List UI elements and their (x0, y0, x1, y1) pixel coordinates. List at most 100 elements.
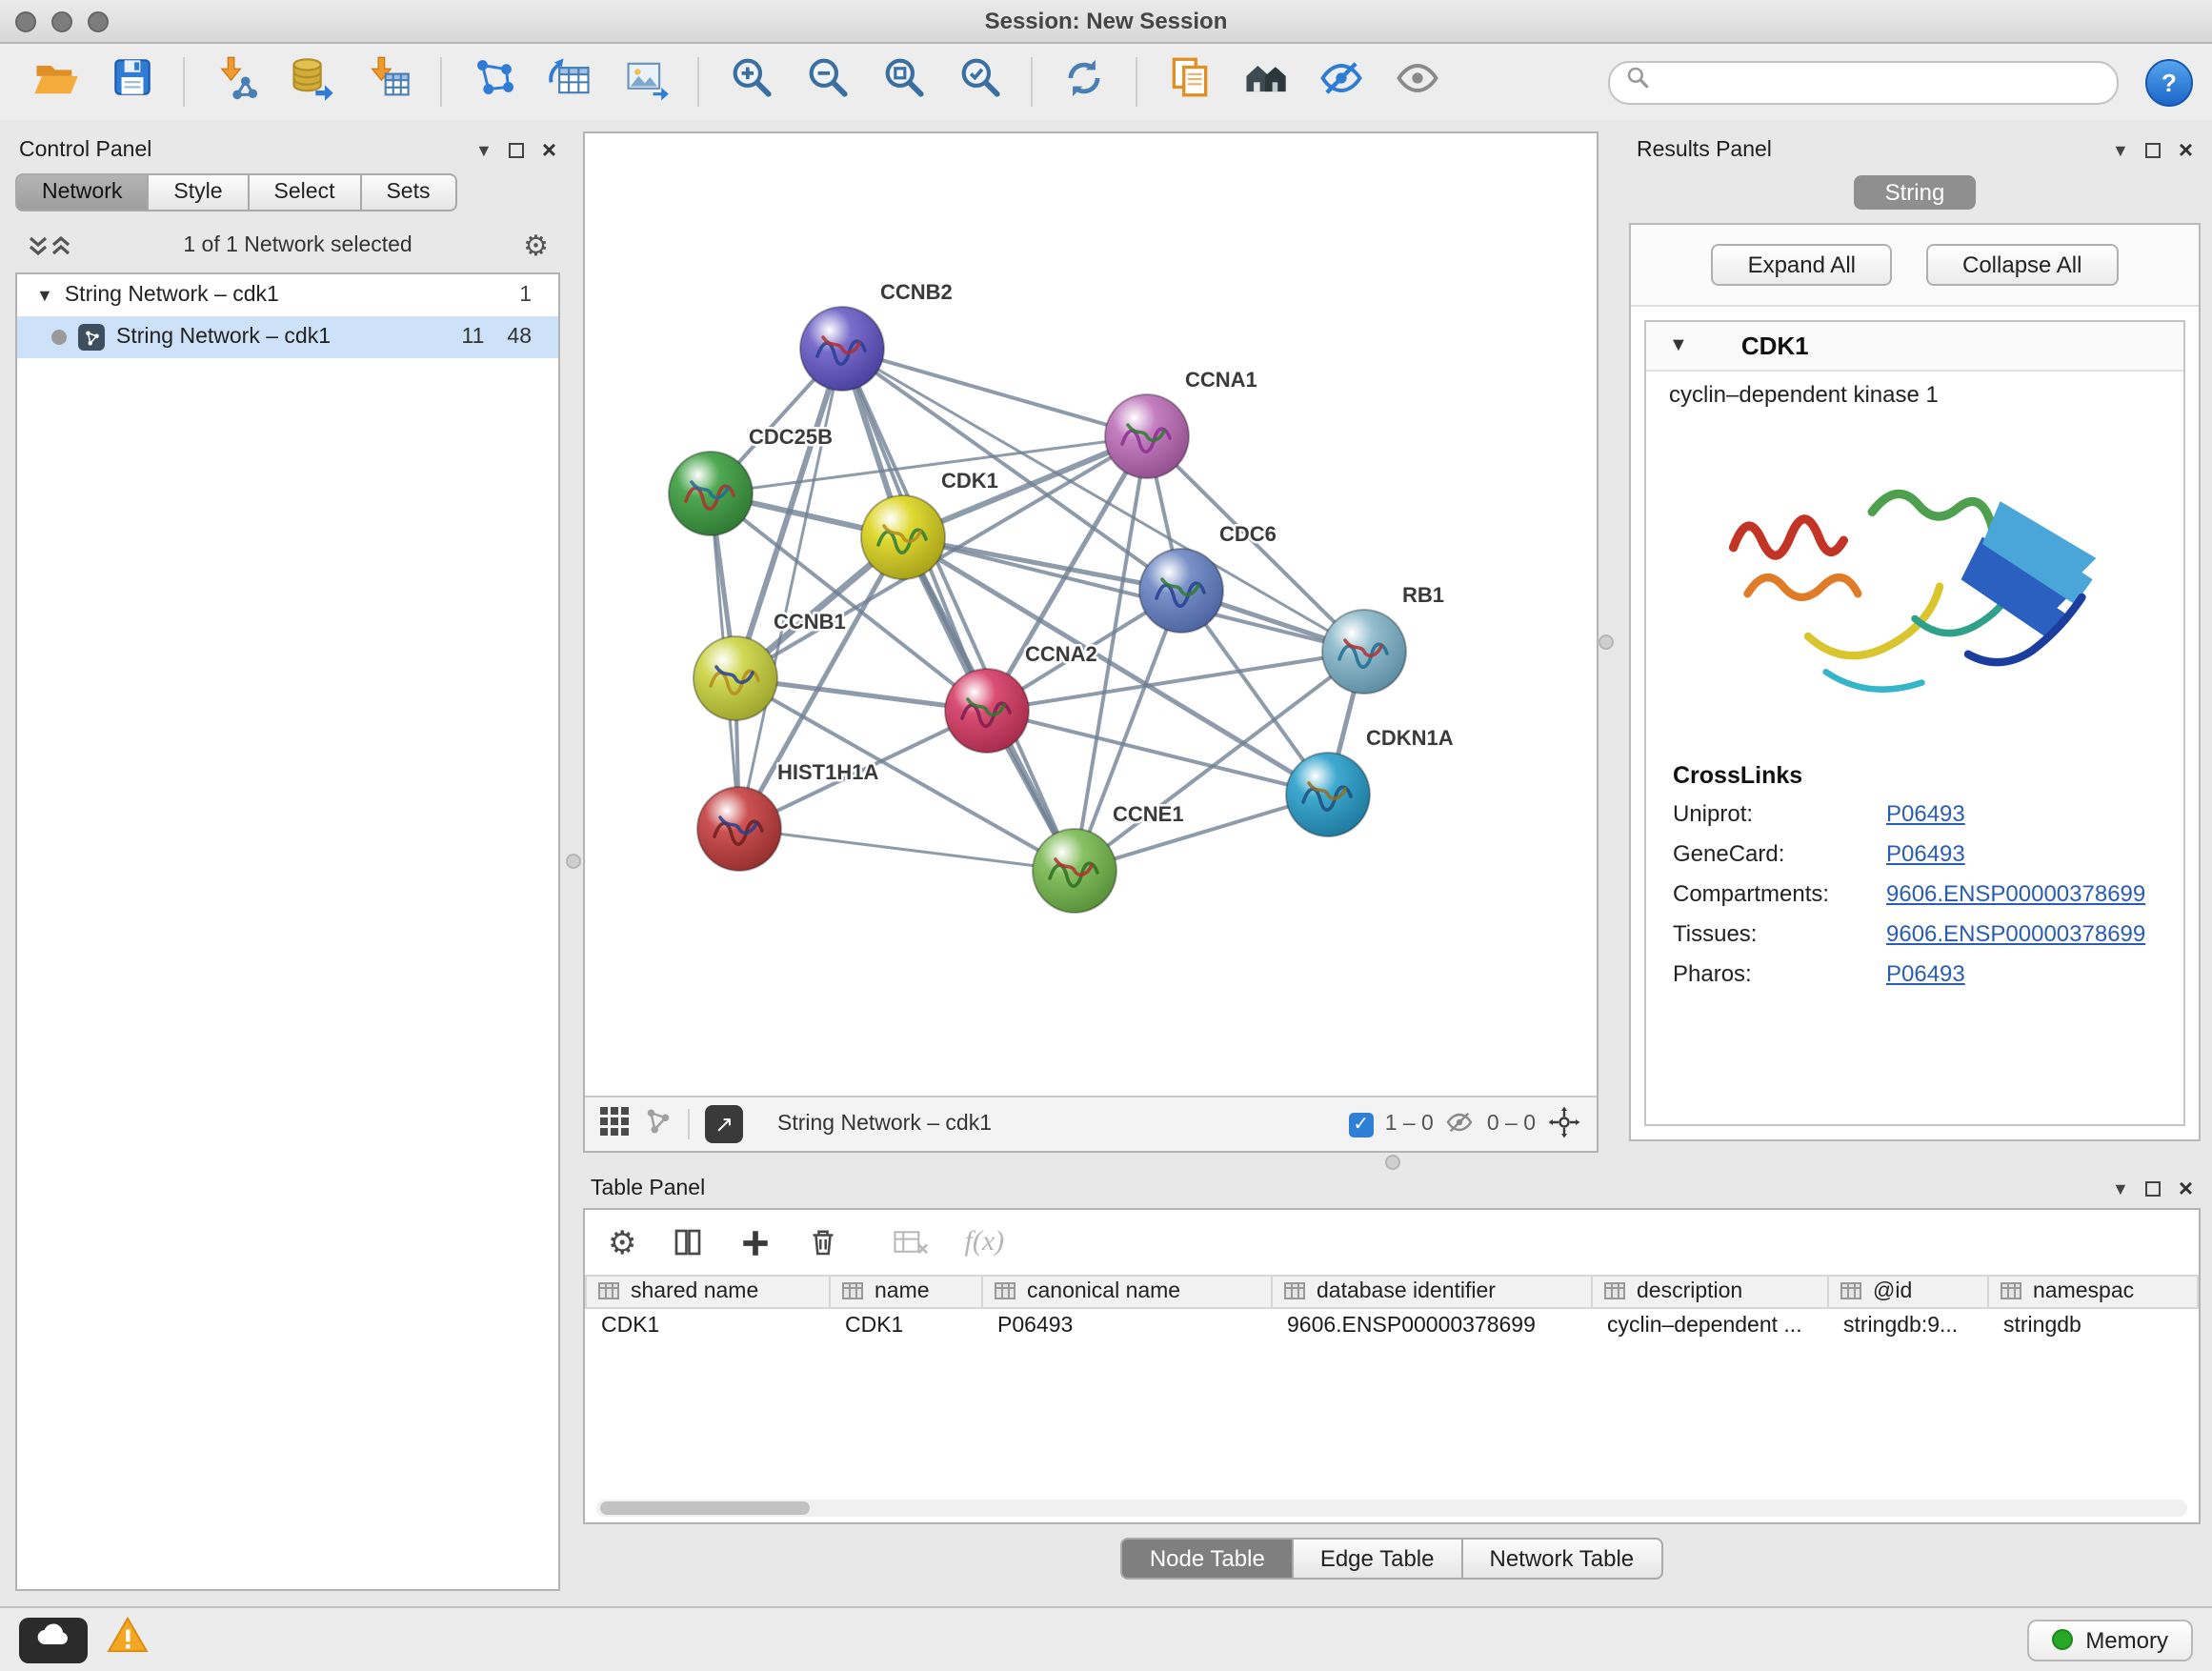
tab-node-table[interactable]: Node Table (1121, 1538, 1294, 1580)
tab-string[interactable]: String (1855, 175, 1976, 210)
node-CCNA1[interactable]: CCNA1 (1105, 368, 1257, 478)
tab-network-table[interactable]: Network Table (1463, 1538, 1663, 1580)
edge-CCNB2-CCNE1[interactable] (842, 349, 1075, 871)
table-cell[interactable]: CDK1 (830, 1308, 982, 1343)
panel-menu-icon[interactable]: ▼ (2112, 141, 2129, 160)
tab-edge-table[interactable]: Edge Table (1294, 1538, 1463, 1580)
trash-icon[interactable] (807, 1225, 841, 1259)
gene-section-header[interactable]: ▼ CDK1 (1646, 322, 2183, 372)
hidden-eye-slash-icon[interactable] (1445, 1106, 1476, 1142)
crosslink-link[interactable]: 9606.ENSP00000378699 (1886, 920, 2157, 947)
open-in-new-icon[interactable]: ↗ (705, 1105, 743, 1143)
node-RB1[interactable]: RB1 (1322, 583, 1444, 694)
import-table-from-file-button[interactable] (352, 50, 425, 114)
zoom-selected-button[interactable] (943, 50, 1016, 114)
tab-select[interactable]: Select (250, 173, 362, 211)
grid-view-icon[interactable] (600, 1107, 629, 1141)
panel-close-icon[interactable]: × (542, 141, 556, 160)
gear-icon[interactable]: ⚙ (608, 1228, 637, 1257)
hide-selected-button[interactable] (1305, 50, 1377, 114)
table-row[interactable]: CDK1CDK1P064939606.ENSP00000378699cyclin… (586, 1308, 2198, 1343)
table-cell[interactable]: stringdb:9... (1828, 1308, 1988, 1343)
help-button[interactable]: ? (2145, 58, 2193, 106)
network-row[interactable]: String Network – cdk1 1148 (17, 316, 558, 358)
gear-icon[interactable]: ⚙ (523, 232, 549, 260)
tab-style[interactable]: Style (149, 173, 249, 211)
export-image-button[interactable] (610, 50, 682, 114)
edge-CCNB2-CCNA1[interactable] (842, 349, 1147, 436)
collapse-all-button[interactable]: Collapse All (1926, 244, 2118, 286)
column-header-name[interactable]: name (830, 1276, 982, 1308)
table-cell[interactable]: CDK1 (586, 1308, 830, 1343)
clone-network-button[interactable] (533, 50, 606, 114)
apply-layout-button[interactable] (1048, 50, 1120, 114)
selected-checkbox-icon[interactable]: ✓ (1349, 1112, 1374, 1137)
zoom-out-button[interactable] (791, 50, 863, 114)
window-zoom-button[interactable] (88, 10, 109, 31)
right-splitter[interactable] (1599, 131, 1614, 1153)
copy-button[interactable] (1153, 50, 1225, 114)
network-collection-row[interactable]: ▼ String Network – cdk1 1 (17, 274, 558, 316)
node-CCNB1[interactable]: CCNB1 (694, 610, 846, 720)
crosslink-link[interactable]: 9606.ENSP00000378699 (1886, 880, 2157, 907)
warning-button[interactable] (107, 1616, 149, 1663)
panel-menu-icon[interactable]: ▼ (2112, 1179, 2129, 1198)
panel-float-icon[interactable] (2146, 1181, 2162, 1197)
memory-button[interactable]: Memory (2026, 1619, 2193, 1661)
columns-icon[interactable] (672, 1225, 706, 1259)
toolbar-search[interactable] (1608, 60, 2119, 104)
node-CDK1[interactable]: CDK1 (861, 469, 998, 579)
node-CCNE1[interactable]: CCNE1 (1033, 802, 1184, 913)
horizontal-splitter[interactable] (583, 1153, 2201, 1170)
splitter-knob[interactable] (1599, 634, 1614, 650)
horizontal-scrollbar[interactable] (596, 1500, 2187, 1517)
import-network-from-database-button[interactable] (276, 50, 349, 114)
zoom-fit-button[interactable] (867, 50, 939, 114)
cloud-button[interactable] (19, 1617, 88, 1662)
column-header-description[interactable]: description (1592, 1276, 1828, 1308)
disclosure-triangle-icon[interactable]: ▼ (36, 286, 53, 305)
column-header-canonical-name[interactable]: canonical name (982, 1276, 1272, 1308)
disclosure-triangle-icon[interactable]: ▼ (1669, 335, 1688, 356)
scrollbar-thumb[interactable] (600, 1501, 810, 1515)
move-tool-icon[interactable] (1547, 1104, 1581, 1144)
window-minimize-button[interactable] (51, 10, 72, 31)
table-cell[interactable]: stringdb (1988, 1308, 2198, 1343)
column-header-@id[interactable]: @id (1828, 1276, 1988, 1308)
save-session-button[interactable] (95, 50, 168, 114)
network-share-icon[interactable] (644, 1107, 673, 1141)
show-all-button[interactable] (1381, 50, 1454, 114)
panel-close-icon[interactable]: × (2179, 141, 2193, 160)
column-header-namespac[interactable]: namespac (1988, 1276, 2198, 1308)
splitter-knob[interactable] (1384, 1154, 1399, 1169)
network-from-selection-button[interactable] (457, 50, 530, 114)
node-HIST1H1A[interactable]: HIST1H1A (697, 760, 878, 871)
collapse-all-icon[interactable] (27, 234, 50, 257)
expand-all-button[interactable]: Expand All (1712, 244, 1892, 286)
crosslink-link[interactable]: P06493 (1886, 800, 2157, 827)
splitter-knob[interactable] (566, 854, 581, 869)
crosslink-link[interactable]: P06493 (1886, 840, 2157, 867)
column-header-database-identifier[interactable]: database identifier (1272, 1276, 1592, 1308)
panel-close-icon[interactable]: × (2179, 1179, 2193, 1198)
node-CDKN1A[interactable]: CDKN1A (1286, 726, 1454, 836)
network-graph[interactable]: CCNB2CCNA1CDC25BCDK1CDC6RB1CCNB1CCNA2CDK… (585, 133, 1597, 1096)
edge-CCNB2-HIST1H1A[interactable] (739, 349, 842, 829)
birdseye-view-button[interactable] (1229, 50, 1301, 114)
search-input[interactable] (1659, 69, 2101, 95)
import-network-from-file-button[interactable] (200, 50, 272, 114)
panel-menu-icon[interactable]: ▼ (475, 141, 493, 160)
edge-HIST1H1A-CCNE1[interactable] (739, 829, 1075, 871)
table-cell[interactable]: P06493 (982, 1308, 1272, 1343)
column-header-shared-name[interactable]: shared name (586, 1276, 830, 1308)
expand-all-icon[interactable] (50, 234, 72, 257)
network-canvas[interactable]: CCNB2CCNA1CDC25BCDK1CDC6RB1CCNB1CCNA2CDK… (585, 133, 1597, 1096)
window-close-button[interactable] (15, 10, 36, 31)
left-splitter[interactable] (564, 131, 583, 1591)
panel-float-icon[interactable] (510, 143, 525, 158)
add-icon[interactable] (740, 1226, 773, 1258)
open-session-button[interactable] (19, 50, 91, 114)
tab-network[interactable]: Network (15, 173, 149, 211)
table-cell[interactable]: 9606.ENSP00000378699 (1272, 1308, 1592, 1343)
zoom-in-button[interactable] (714, 50, 787, 114)
